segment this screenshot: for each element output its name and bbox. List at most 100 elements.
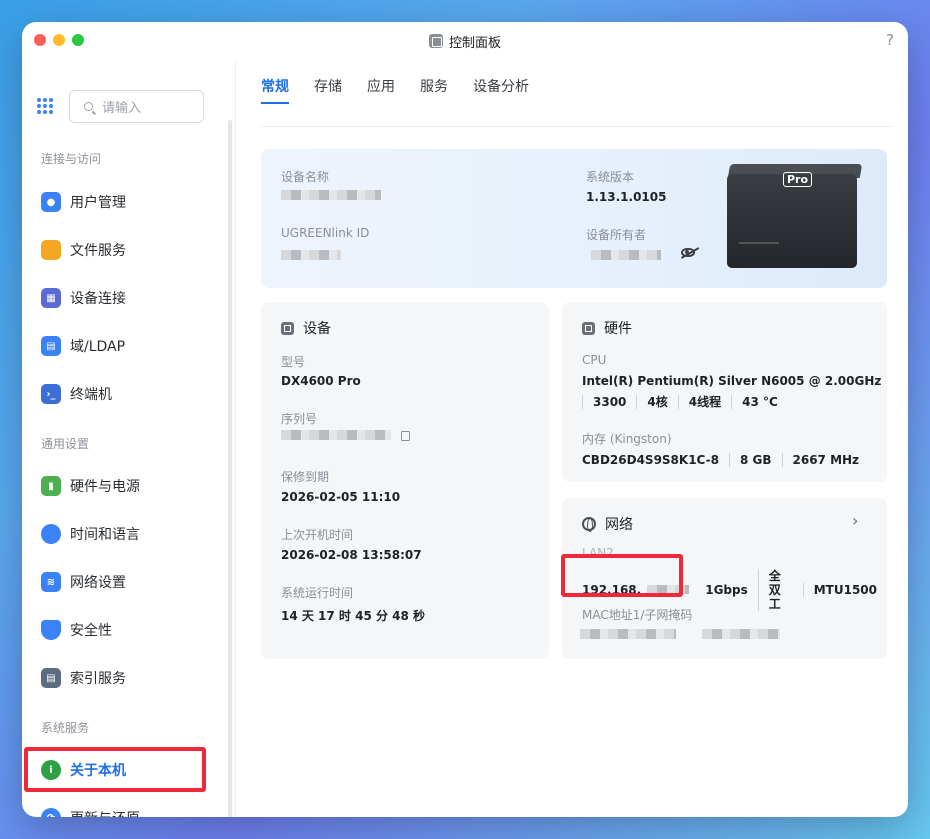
- sidebar-item-label: 更新与还原: [70, 808, 140, 817]
- uptime-label: 系统运行时间: [281, 586, 354, 600]
- minimize-button[interactable]: [53, 34, 65, 46]
- sidebar-item-label: 索引服务: [70, 671, 126, 687]
- cpu-cores: 4核: [636, 395, 677, 409]
- sys-version-value: 1.13.1.0105: [586, 190, 667, 204]
- sidebar-scrollbar[interactable]: [228, 120, 232, 817]
- sidebar-item-update[interactable]: ⟳ 更新与还原: [41, 806, 140, 817]
- maximize-button[interactable]: [72, 34, 84, 46]
- index-icon: ▤: [41, 668, 61, 688]
- cpu-specs: 3300 4核 4线程 43 °C: [582, 395, 788, 409]
- refresh-icon: ⟳: [41, 808, 61, 817]
- serial-label: 序列号: [281, 412, 318, 426]
- tab-device-analysis[interactable]: 设备分析: [473, 76, 529, 104]
- highlight-ip: [561, 554, 683, 597]
- memory-label: 内存 (Kingston): [582, 432, 672, 446]
- ugreen-id-label: UGREENlink ID: [281, 226, 370, 240]
- sidebar-item-label: 安全性: [70, 623, 112, 639]
- device-card-title: 设备: [281, 318, 331, 338]
- copy-icon[interactable]: [401, 431, 410, 441]
- tab-storage[interactable]: 存储: [314, 76, 342, 104]
- globe-icon: [582, 517, 596, 532]
- sidebar: 请输入 连接与访问 ● 用户管理 文件服务 ▦ 设备连接 ▤ 域/LDAP ›_…: [22, 60, 236, 817]
- cpu-threads: 4线程: [677, 395, 731, 409]
- chevron-right-icon[interactable]: ›: [852, 511, 858, 530]
- control-panel-icon: [428, 34, 443, 48]
- sidebar-item-users[interactable]: ● 用户管理: [41, 190, 126, 214]
- sidebar-item-ldap[interactable]: ▤ 域/LDAP: [41, 334, 125, 358]
- domain-icon: ▤: [41, 336, 61, 356]
- serial-redacted: [281, 430, 391, 440]
- sidebar-item-security[interactable]: 安全性: [41, 618, 112, 642]
- last-boot-label: 上次开机时间: [281, 528, 354, 542]
- device-icon: ▦: [41, 288, 61, 308]
- window-title-text: 控制面板: [448, 35, 501, 51]
- sidebar-item-files[interactable]: 文件服务: [41, 238, 126, 262]
- ugreen-id-redacted: [281, 250, 341, 260]
- shield-icon: [41, 620, 61, 640]
- window-title: 控制面板: [428, 32, 501, 51]
- sidebar-item-devices[interactable]: ▦ 设备连接: [41, 286, 126, 310]
- power-icon: ▮: [41, 476, 61, 496]
- device-name-redacted: [281, 190, 381, 200]
- sidebar-item-label: 硬件与电源: [70, 479, 140, 495]
- memory-model: CBD26D4S9S8K1C-8: [582, 453, 719, 467]
- window-controls: [34, 34, 84, 46]
- sidebar-item-terminal[interactable]: ›_ 终端机: [41, 382, 112, 406]
- network-icon: ≋: [41, 572, 61, 592]
- memory-speed: 2667 MHz: [781, 453, 870, 467]
- warranty-label: 保修到期: [281, 470, 330, 484]
- nas-device-image: Pro: [727, 164, 865, 268]
- help-button[interactable]: ?: [886, 31, 894, 49]
- sys-version-label: 系统版本: [586, 170, 635, 184]
- search-placeholder: 请输入: [102, 101, 142, 116]
- sidebar-item-index[interactable]: ▤ 索引服务: [41, 666, 126, 690]
- sidebar-item-label: 时间和语言: [70, 527, 140, 543]
- duplex-mode: 全双工: [757, 569, 803, 611]
- sidebar-item-hardware[interactable]: ▮ 硬件与电源: [41, 474, 140, 498]
- apps-grid-icon[interactable]: [37, 98, 53, 114]
- hardware-card-title: 硬件: [582, 318, 632, 338]
- sidebar-item-label: 终端机: [70, 387, 112, 403]
- device-name-label: 设备名称: [281, 170, 330, 184]
- memory-specs: CBD26D4S9S8K1C-8 8 GB 2667 MHz: [582, 453, 869, 467]
- eye-hidden-icon[interactable]: [681, 248, 695, 257]
- mac-label: MAC地址1/子网掩码: [582, 608, 693, 622]
- device-summary-banner: 设备名称 UGREENlink ID 系统版本 1.13.1.0105 设备所有…: [261, 149, 887, 288]
- globe-time-icon: [41, 524, 61, 544]
- section-general: 通用设置: [41, 437, 90, 451]
- folder-icon: [41, 240, 61, 260]
- memory-size: 8 GB: [728, 453, 782, 467]
- network-card[interactable]: 网络 › LAN2 192.168. 1Gbps 全双工 MTU1500 MAC…: [561, 498, 887, 659]
- warranty-value: 2026-02-05 11:10: [281, 490, 401, 504]
- sidebar-item-label: 网络设置: [70, 575, 126, 591]
- title-bar: 控制面板 ?: [22, 22, 908, 60]
- search-input[interactable]: 请输入: [69, 90, 204, 123]
- mac-redacted: [580, 629, 676, 639]
- device-icon: [281, 321, 294, 335]
- control-panel-window: 控制面板 ? 请输入 连接与访问 ● 用户管理 文件服务 ▦ 设备连接 ▤ 域/…: [22, 22, 908, 817]
- sidebar-item-label: 设备连接: [70, 291, 126, 307]
- model-value: DX4600 Pro: [281, 374, 361, 388]
- sidebar-item-label: 文件服务: [70, 243, 126, 259]
- tab-services[interactable]: 服务: [420, 76, 448, 104]
- subnet-redacted: [702, 629, 780, 639]
- chip-icon: [582, 321, 595, 335]
- mtu-value: MTU1500: [802, 583, 887, 597]
- tab-apps[interactable]: 应用: [367, 76, 395, 104]
- sidebar-item-label: 用户管理: [70, 195, 126, 211]
- model-label: 型号: [281, 355, 306, 369]
- terminal-icon: ›_: [41, 384, 61, 404]
- sidebar-item-network[interactable]: ≋ 网络设置: [41, 570, 126, 594]
- pro-badge: Pro: [783, 172, 813, 187]
- cpu-freq: 3300: [582, 395, 636, 409]
- last-boot-value: 2026-02-08 13:58:07: [281, 548, 422, 562]
- close-button[interactable]: [34, 34, 46, 46]
- hardware-card: 硬件 CPU Intel(R) Pentium(R) Silver N6005 …: [562, 302, 887, 482]
- section-system: 系统服务: [41, 721, 90, 735]
- owner-label: 设备所有者: [586, 228, 647, 242]
- sidebar-item-time-language[interactable]: 时间和语言: [41, 522, 140, 546]
- tab-general[interactable]: 常规: [261, 76, 289, 104]
- uptime-value: 14 天 17 时 45 分 48 秒: [281, 609, 426, 623]
- device-card-title-text: 设备: [303, 321, 331, 337]
- search-icon: [84, 102, 93, 111]
